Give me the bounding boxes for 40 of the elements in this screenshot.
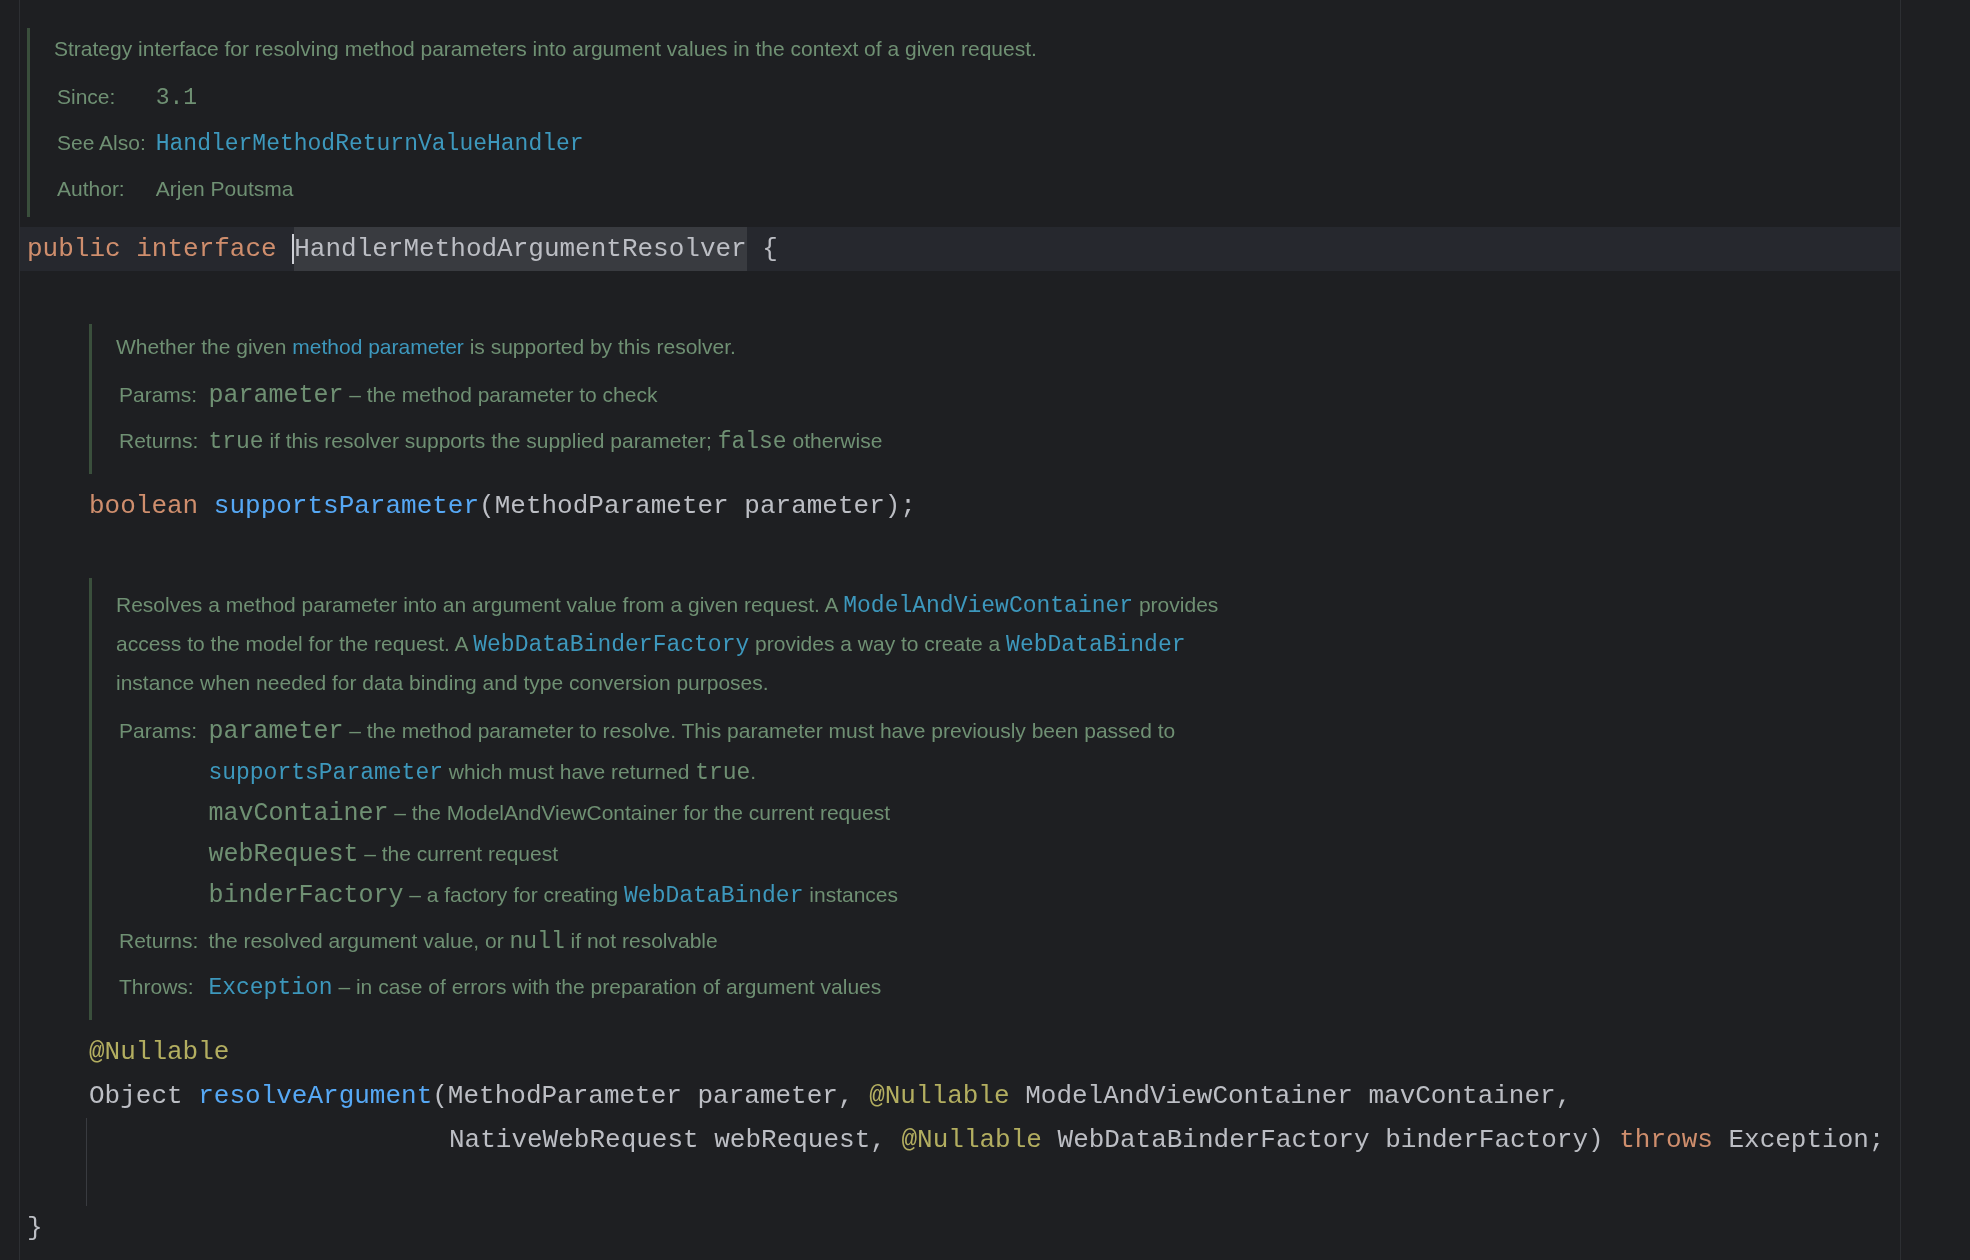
code-line: boolean supportsParameter(MethodParameter parameter); [89,489,917,523]
doc-text: Whether the given method parameter is supported by this resolver. [116,334,737,360]
doc-link[interactable]: method parameter [292,335,464,358]
doc-text: access to the model for the request. A WebDataBinderFactory provides a way to create a WebDataBinder [116,631,1187,660]
doc-text: Exception – in case of errors with the preparation of argument values [208,974,883,1003]
doc-text: Resolves a method parameter into an argument value from a given request. A ModelAndViewContainer provides [116,592,1220,621]
code-line: } [27,1211,44,1245]
doc-link[interactable]: Exception [208,975,333,1001]
doc-text: instance when needed for data binding and type conversion purposes. [116,670,770,696]
tag-label: See Also: [57,130,146,156]
doc-link[interactable]: ModelAndViewContainer [843,593,1134,619]
identifier-highlight: HandlerMethodArgumentResolver [294,227,747,271]
doc-text: Arjen Poutsma [155,176,295,202]
doc-link[interactable]: WebDataBinder [624,883,804,909]
tag-label: Author: [57,176,126,202]
doc-text: true if this resolver supports the supplied parameter; false otherwise [208,428,884,457]
code-text: public interface [27,232,278,266]
doc-text: parameter – the method parameter to resolve. This parameter must have previously been passed to [208,716,1177,748]
tag-label: Throws: [119,974,195,1000]
tag-label: Since: [57,84,117,110]
doc-link[interactable]: WebDataBinderFactory [473,632,750,658]
doc-link[interactable]: supportsParameter [208,760,443,786]
doc-text: parameter – the method parameter to check [208,380,659,412]
tag-label: Params: [119,382,199,408]
doc-text: binderFactory – a factory for creating WebDataBinder instances [208,880,900,912]
doc-link[interactable]: HandlerMethodReturnValueHandler [155,131,584,157]
code-text: { [761,232,778,266]
doc-text: 3.1 [155,84,199,113]
doc-text: supportsParameter which must have returned true. [208,759,758,788]
doc-text: webRequest – the current request [208,839,560,871]
tag-label: Returns: [119,428,199,454]
tag-label: Returns: [119,928,199,954]
doc-text: the resolved argument value, or null if not resolvable [208,928,719,957]
code-line: Object resolveArgument(MethodParameter parameter, @Nullable ModelAndViewContainer mavContainer, [89,1079,1573,1113]
tag-label: Params: [119,718,199,744]
code-line: NativeWebRequest webRequest, @Nullable WebDataBinderFactory binderFactory) throws Exception; [449,1123,1886,1157]
code-line: @Nullable [89,1035,231,1069]
doc-text: mavContainer – the ModelAndViewContainer for the current request [208,798,891,830]
doc-link[interactable]: WebDataBinder [1006,632,1186,658]
doc-text: Strategy interface for resolving method parameters into argument values in the context of a given request. [54,36,1038,62]
